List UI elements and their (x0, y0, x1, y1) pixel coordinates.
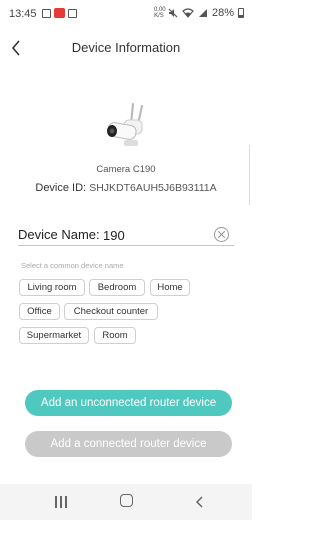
camera-model: Camera C190 (96, 164, 156, 175)
add-unconnected-router-device-button[interactable]: Add an unconnected router device (25, 390, 232, 416)
page-title: Device Information (71, 40, 181, 55)
device-name-input[interactable] (103, 224, 203, 246)
suggestion-hint: Select a common device name (21, 261, 124, 270)
home-button[interactable] (120, 494, 133, 507)
gallery-notification-icon (42, 8, 51, 18)
message-notification-icon (68, 8, 77, 18)
signal-icon (198, 9, 207, 17)
mute-icon (168, 8, 178, 18)
network-speed-unit: K/S (154, 13, 164, 19)
wifi-icon (182, 8, 194, 18)
chevron-left-icon (195, 496, 203, 508)
battery-icon (238, 8, 244, 18)
system-nav-bar (0, 484, 252, 520)
system-back-button[interactable] (193, 494, 207, 510)
chip-home[interactable]: Home (150, 279, 190, 296)
device-id-value: SHJKDT6AUH5J6B93111A (89, 182, 217, 194)
chip-room[interactable]: Room (94, 327, 136, 344)
camera-icon (107, 102, 144, 146)
chip-office[interactable]: Office (19, 303, 60, 320)
recent-apps-icon (55, 496, 57, 508)
battery-percent: 28% (211, 7, 234, 19)
status-time: 13:45 (9, 8, 37, 20)
scroll-indicator (249, 145, 252, 205)
chip-bedroom[interactable]: Bedroom (89, 279, 145, 296)
recent-apps-button[interactable] (55, 496, 68, 508)
network-speed: 0.00 K/S (154, 7, 166, 19)
device-id: Device ID: SHJKDT6AUH5J6B93111A (0, 182, 252, 194)
chip-supermarket[interactable]: Supermarket (19, 327, 89, 344)
clear-input-button[interactable] (214, 227, 229, 242)
recent-apps-icon-bar (60, 496, 62, 508)
device-id-label: Device ID: (35, 182, 87, 194)
chip-checkout-counter[interactable]: Checkout counter (64, 303, 158, 320)
device-name-label: Device Name: (18, 227, 100, 242)
recent-apps-icon-bar (65, 496, 67, 508)
add-connected-router-device-button[interactable]: Add a connected router device (25, 431, 232, 457)
notification-icons (42, 8, 77, 18)
system-status-icons: 0.00 K/S 28% (154, 7, 244, 19)
nav-header: Device Information (0, 30, 252, 66)
device-name-row: Device Name: (18, 224, 234, 246)
chip-living-room[interactable]: Living room (19, 279, 85, 296)
status-bar: 13:45 0.00 K/S 28% (0, 0, 252, 28)
app-notification-icon (54, 8, 65, 18)
